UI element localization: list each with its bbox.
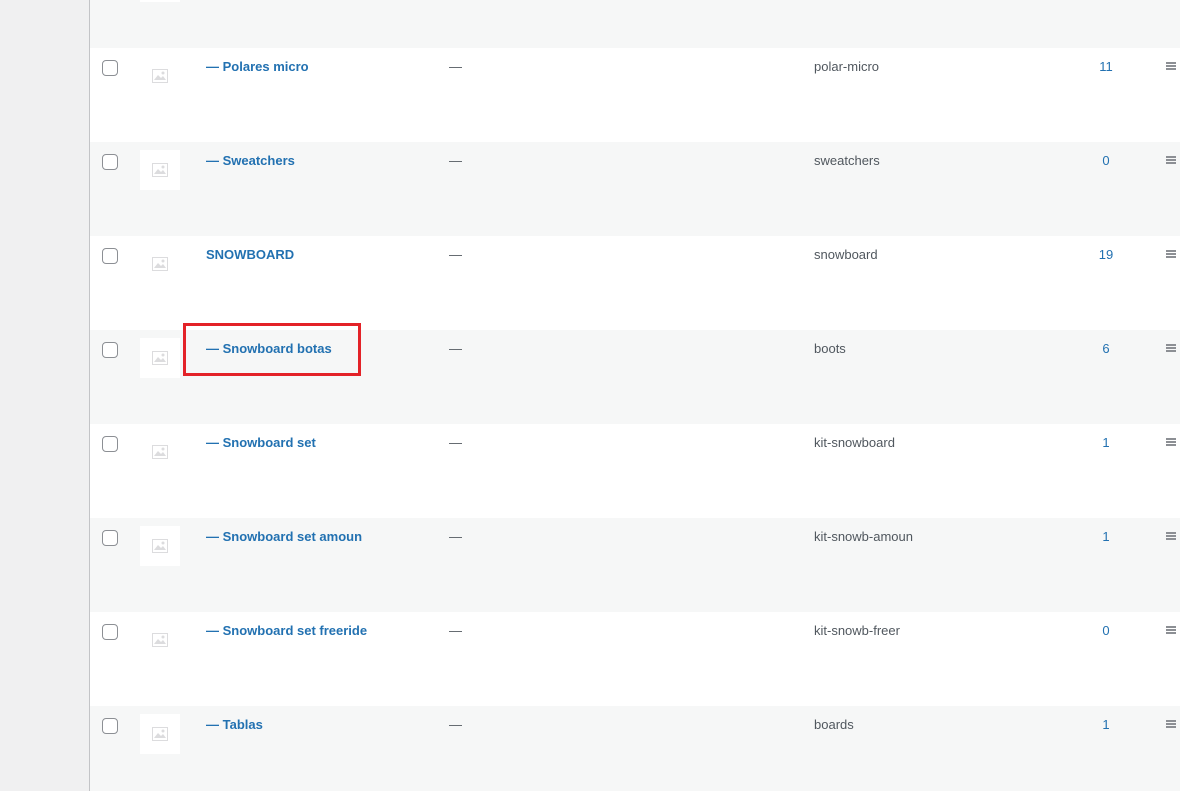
category-description: — [449, 717, 462, 732]
category-name-link[interactable]: — Snowboard botas [206, 341, 332, 356]
row-select-checkbox[interactable] [102, 624, 118, 640]
row-select-checkbox[interactable] [102, 60, 118, 76]
category-slug: polar-micro [814, 59, 880, 74]
row-select-checkbox[interactable] [102, 436, 118, 452]
drag-handle-icon[interactable] [1166, 250, 1176, 258]
category-thumbnail [140, 526, 180, 566]
category-slug: snowboard [814, 247, 878, 262]
category-description: — [449, 153, 462, 168]
category-description: — [449, 623, 462, 638]
drag-handle-icon[interactable] [1166, 344, 1176, 352]
table-row: SNOWBOARD — snowboard 19 [90, 236, 1180, 330]
category-thumbnail [140, 56, 180, 96]
category-slug: boots [814, 341, 846, 356]
table-row: — Tablas — boards 1 [90, 706, 1180, 791]
category-count-link[interactable]: 6 [1090, 341, 1122, 356]
category-thumbnail [140, 150, 180, 190]
row-select-checkbox[interactable] [102, 530, 118, 546]
table-row: — Polares micro — polar-micro 11 [90, 48, 1180, 142]
table-row: — Snowboard botas — boots 6 [90, 330, 1180, 424]
category-name-link[interactable]: — Snowboard set freeride [206, 623, 367, 638]
category-slug: kit-snowb-freer [814, 623, 900, 638]
row-select-checkbox[interactable] [102, 154, 118, 170]
category-count-link[interactable]: 19 [1090, 247, 1122, 262]
category-slug: kit-snowb-amoun [814, 529, 913, 544]
category-description: — [449, 247, 462, 262]
category-thumbnail [140, 338, 180, 378]
category-description: — [449, 59, 462, 74]
category-name-link[interactable]: — Polares micro [206, 59, 309, 74]
category-name-link[interactable]: — Tablas [206, 717, 263, 732]
category-count-link[interactable]: 0 [1090, 623, 1122, 638]
image-placeholder-icon [152, 539, 168, 553]
category-description: — [449, 529, 462, 544]
category-slug: boards [814, 717, 854, 732]
table-row: — Snowboard set freeride — kit-snowb-fre… [90, 612, 1180, 706]
admin-left-gutter [0, 0, 89, 791]
table-row: — Snowboard set — kit-snowboard 1 [90, 424, 1180, 518]
drag-handle-icon[interactable] [1166, 156, 1176, 164]
category-slug: sweatchers [814, 153, 880, 168]
drag-handle-icon[interactable] [1166, 720, 1176, 728]
table-row: — Sweatchers — sweatchers 0 [90, 142, 1180, 236]
row-select-checkbox[interactable] [102, 248, 118, 264]
category-name-link[interactable]: — Snowboard set [206, 435, 316, 450]
category-count-link[interactable]: 1 [1090, 529, 1122, 544]
image-placeholder-icon [152, 633, 168, 647]
image-placeholder-icon [152, 257, 168, 271]
image-placeholder-icon [152, 351, 168, 365]
image-placeholder-icon [152, 727, 168, 741]
category-name-link[interactable]: — Snowboard set amoun [206, 529, 362, 544]
category-thumbnail [140, 432, 180, 472]
category-name-link[interactable]: — Sweatchers [206, 153, 295, 168]
drag-handle-icon[interactable] [1166, 62, 1176, 70]
category-thumbnail [140, 0, 180, 2]
category-count-link[interactable]: 1 [1090, 435, 1122, 450]
category-thumbnail [140, 620, 180, 660]
categories-table: — Polares micro — polar-micro 11 — Sweat… [89, 0, 1180, 791]
category-slug: kit-snowboard [814, 435, 895, 450]
category-thumbnail [140, 714, 180, 754]
image-placeholder-icon [152, 69, 168, 83]
category-count-link[interactable]: 0 [1090, 153, 1122, 168]
row-select-checkbox[interactable] [102, 718, 118, 734]
category-count-link[interactable]: 1 [1090, 717, 1122, 732]
table-row-partial [90, 0, 1180, 48]
image-placeholder-icon [152, 445, 168, 459]
drag-handle-icon[interactable] [1166, 438, 1176, 446]
category-description: — [449, 341, 462, 356]
category-name-link[interactable]: SNOWBOARD [206, 247, 294, 262]
drag-handle-icon[interactable] [1166, 532, 1176, 540]
category-count-link[interactable]: 11 [1090, 59, 1122, 74]
category-description: — [449, 435, 462, 450]
drag-handle-icon[interactable] [1166, 626, 1176, 634]
row-select-checkbox[interactable] [102, 342, 118, 358]
table-row: — Snowboard set amoun — kit-snowb-amoun … [90, 518, 1180, 612]
category-thumbnail [140, 244, 180, 284]
image-placeholder-icon [152, 163, 168, 177]
